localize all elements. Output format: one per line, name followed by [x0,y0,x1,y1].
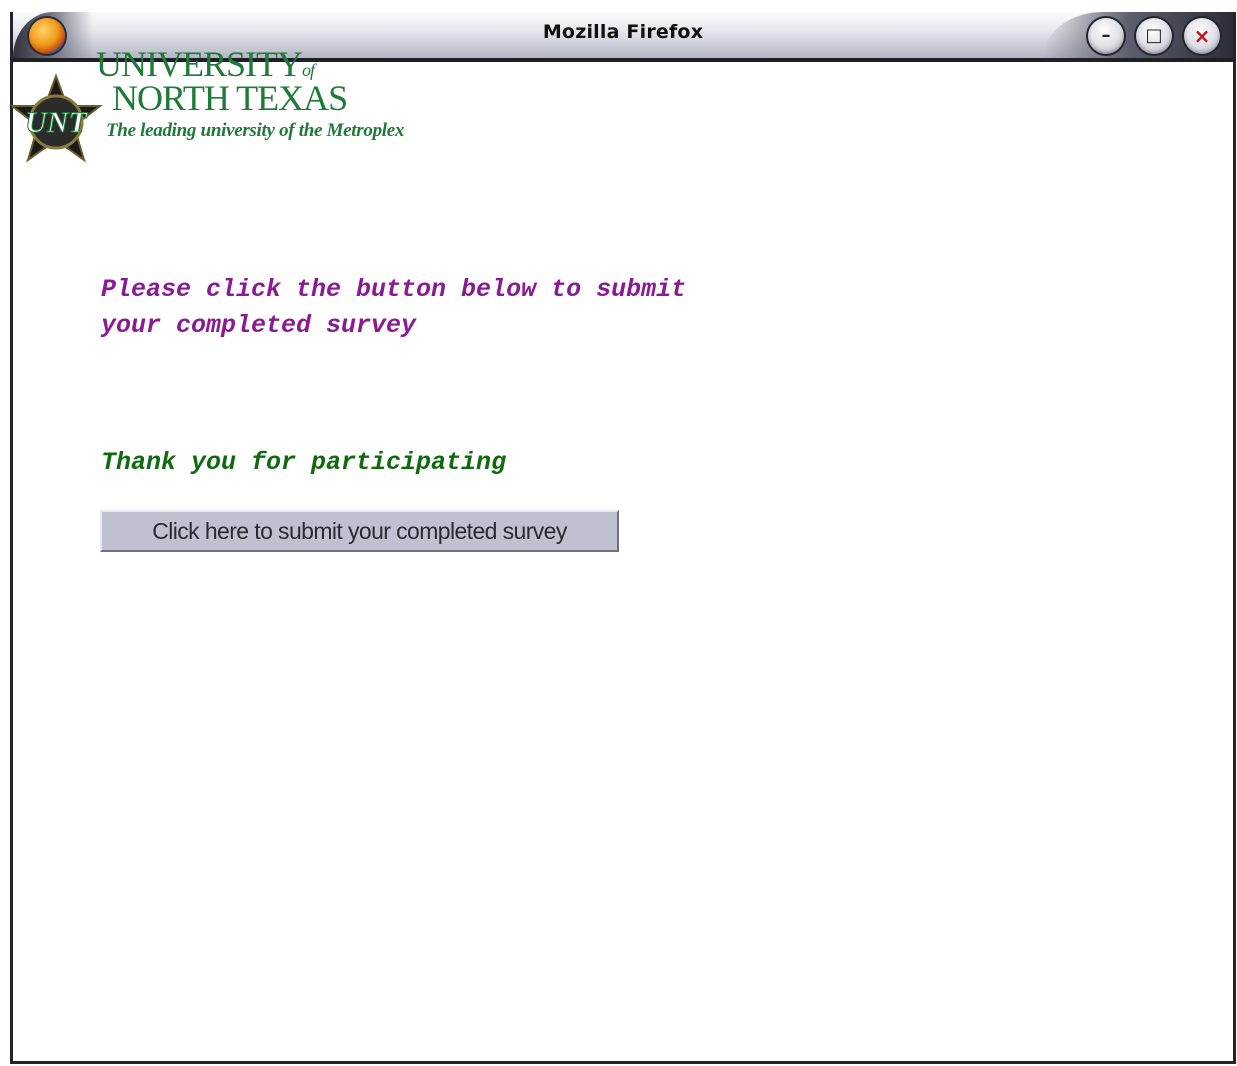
close-button[interactable]: × [1184,18,1220,54]
minimize-button[interactable]: – [1088,18,1124,54]
logo-of-text: of [301,60,315,80]
logo-north-texas-text: NORTH TEXAS [112,78,348,118]
thank-you-text: Thank you for participating [101,448,507,477]
submit-instruction-text: Please click the button below to submit … [101,275,687,340]
logo-tagline: The leading university of the Metroplex [106,120,405,141]
unt-logo: UNT UNIVERSITYof NORTH TEXAS The leading… [8,46,428,166]
submit-survey-button[interactable]: Click here to submit your completed surv… [100,510,619,552]
window-title: Mozilla Firefox [542,21,704,43]
unt-star-emblem-icon: UNT [9,74,103,163]
maximize-button[interactable]: □ [1136,18,1172,54]
logo-university-text: UNIVERSITYof [96,46,315,82]
emblem-text: UNT [25,106,88,139]
